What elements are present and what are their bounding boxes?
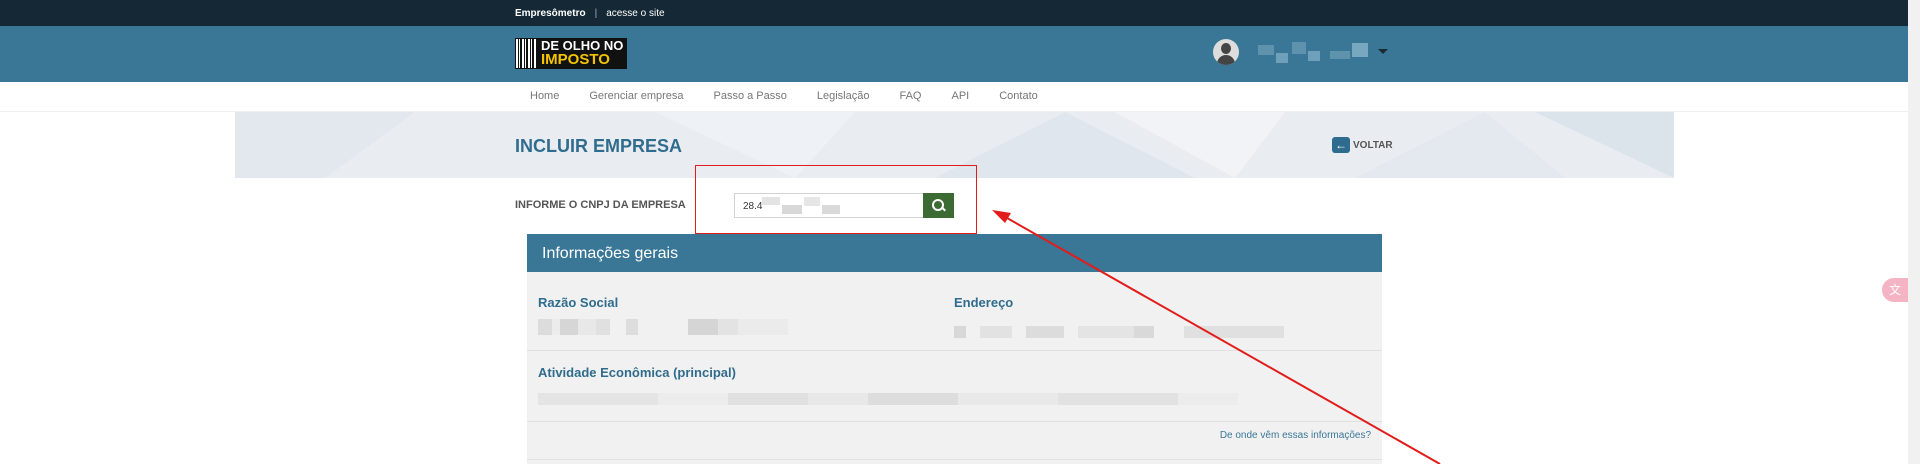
scrollbar[interactable] — [1908, 0, 1920, 464]
annotation-arrow — [992, 210, 1441, 464]
translate-icon[interactable]: 文 — [1882, 278, 1908, 302]
